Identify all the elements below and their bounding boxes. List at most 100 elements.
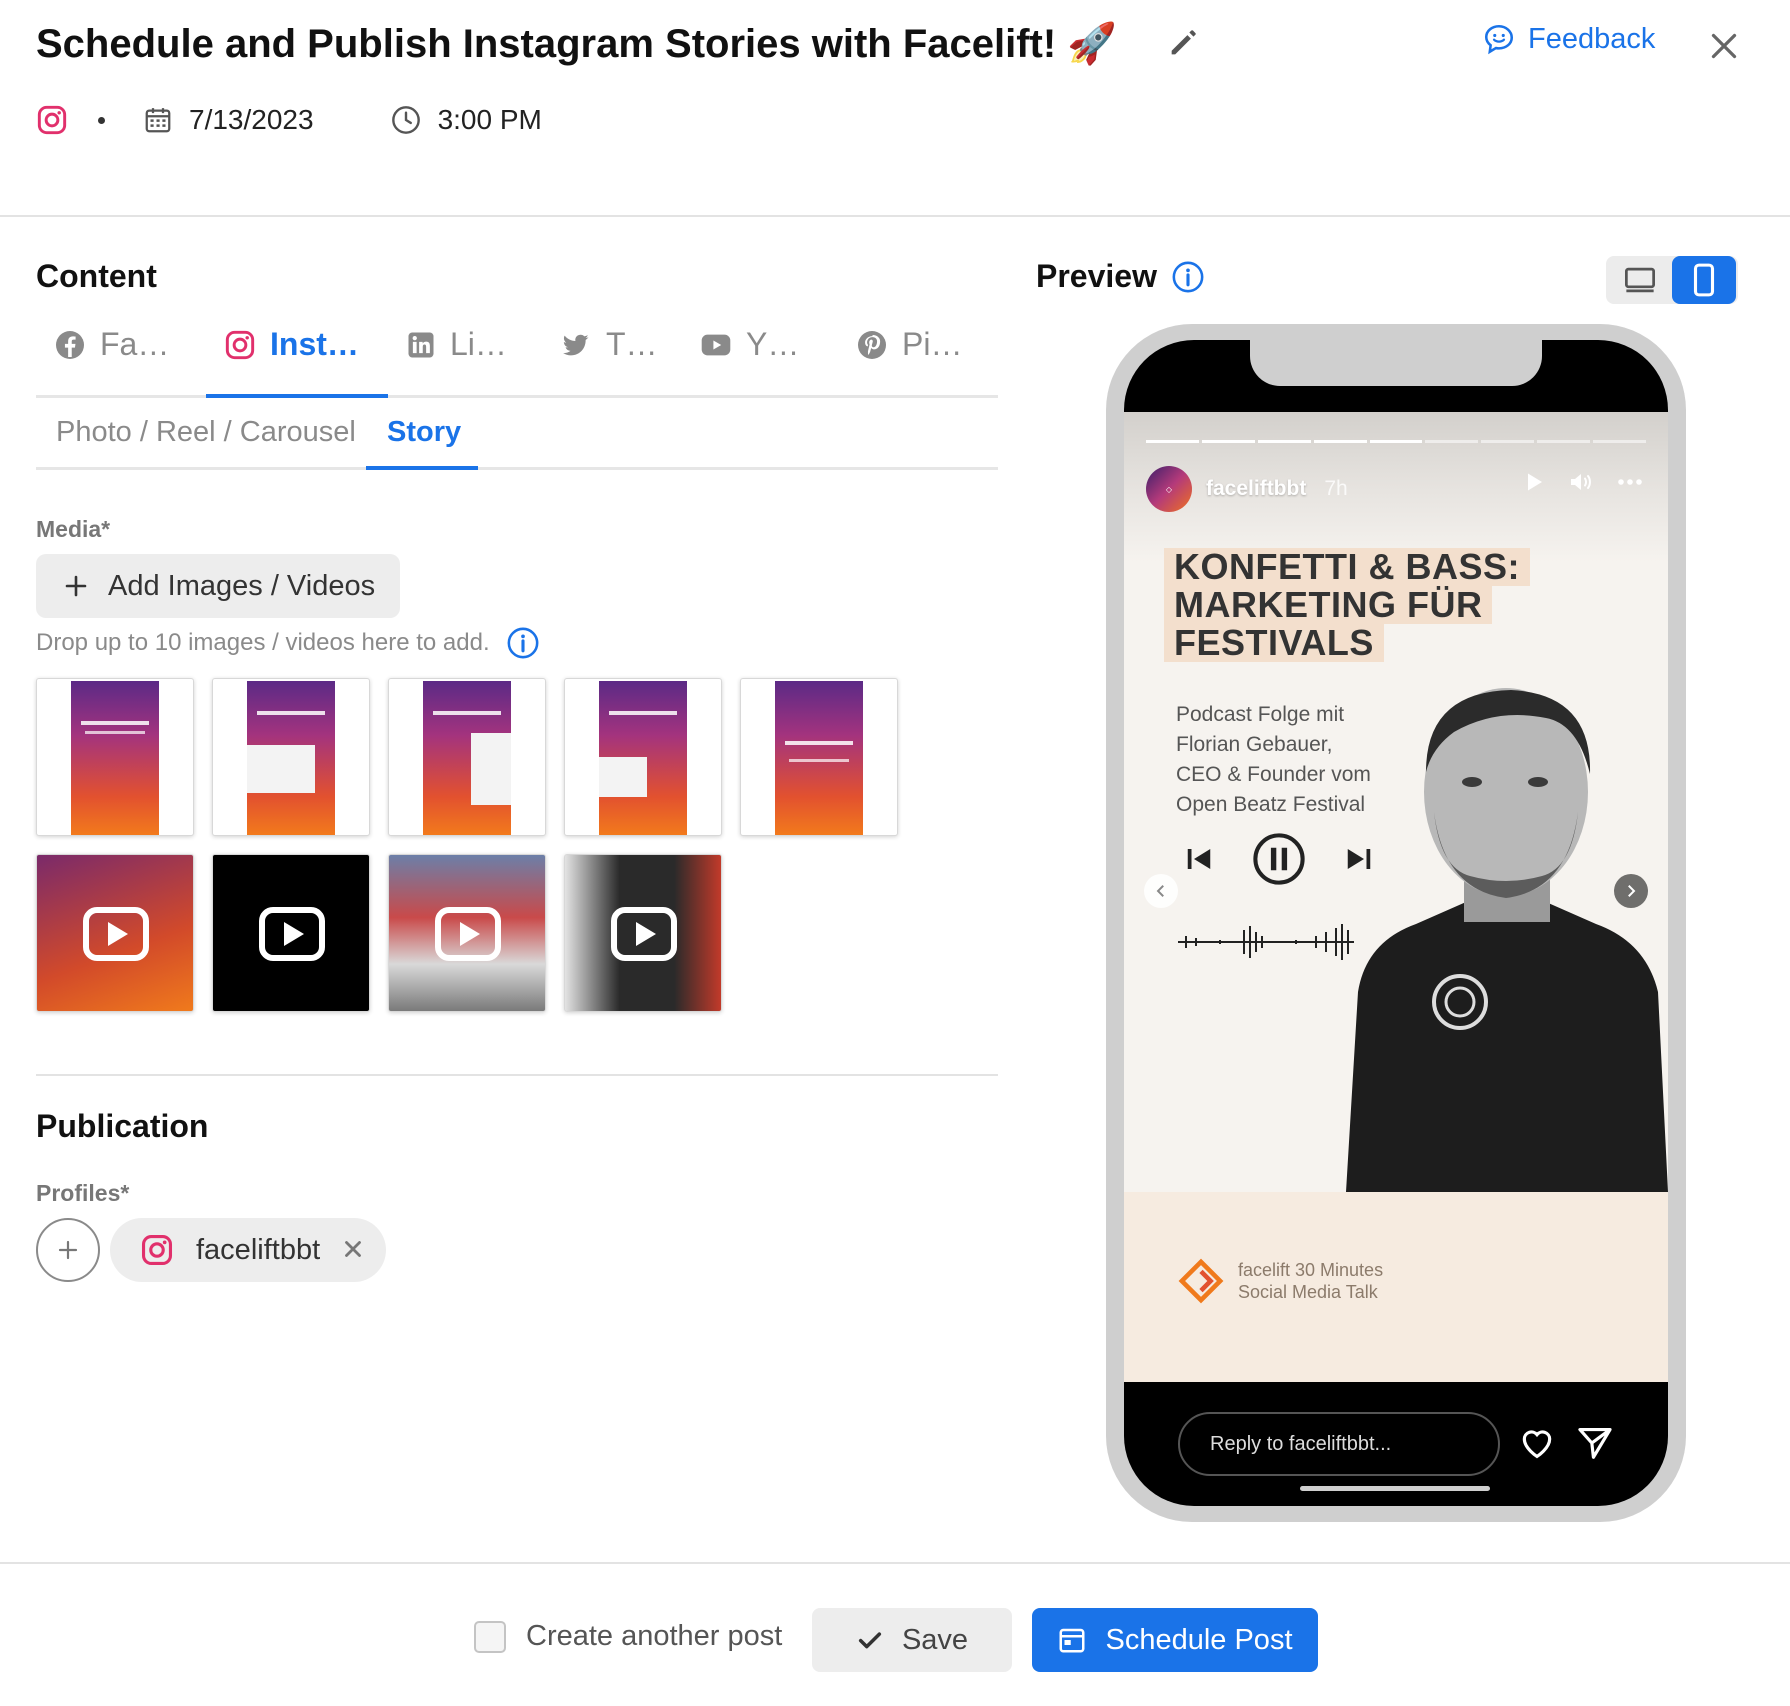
media-thumbnail[interactable] <box>388 678 546 836</box>
date-value: 7/13/2023 <box>189 104 314 135</box>
progress-segment <box>1313 440 1367 443</box>
skip-forward-icon <box>1347 849 1371 869</box>
mobile-icon <box>1693 263 1715 297</box>
profiles-label: Profiles* <box>36 1180 130 1206</box>
preview-header: Preview <box>1036 258 1205 295</box>
story-age: 7h <box>1324 477 1348 500</box>
story-subline: Podcast Folge mit Florian Gebauer, CEO &… <box>1176 700 1371 820</box>
tab-facebook[interactable]: Fa… <box>54 326 169 363</box>
profile-name: faceliftbbt <box>196 1233 321 1266</box>
previous-slide-button[interactable] <box>1144 874 1178 908</box>
pause-icon <box>1253 833 1305 885</box>
reply-input[interactable]: Reply to faceliftbbt... <box>1178 1412 1500 1476</box>
chevron-left-icon <box>1156 885 1164 897</box>
separator-dot <box>98 116 105 124</box>
more-icon[interactable] <box>1616 470 1644 494</box>
progress-segment <box>1201 440 1255 443</box>
audio-waveform <box>1178 924 1354 960</box>
play-icon <box>611 907 677 961</box>
media-thumbnail-video[interactable] <box>36 854 194 1012</box>
calendar-icon <box>1059 1628 1085 1653</box>
date-picker[interactable]: 7/13/2023 <box>143 104 314 136</box>
phone-mockup: ◇ faceliftbbt 7h KONFETTI & BASS: MARKET… <box>1106 324 1686 1522</box>
tab-instagram[interactable]: Inst… <box>224 326 359 363</box>
media-thumbnail[interactable] <box>36 678 194 836</box>
time-value: 3:00 PM <box>437 104 542 135</box>
pencil-icon[interactable] <box>1166 26 1200 60</box>
plus-icon <box>65 575 87 597</box>
podcast-guest-photo <box>1346 688 1668 1192</box>
story-slide-image <box>423 681 511 835</box>
save-label: Save <box>901 1623 969 1656</box>
close-icon[interactable] <box>1706 28 1742 64</box>
progress-segment <box>1537 440 1591 443</box>
story-slide-image <box>599 681 687 835</box>
media-label: Media* <box>36 516 111 542</box>
mobile-view-button[interactable] <box>1672 256 1736 304</box>
add-media-button[interactable]: Add Images / Videos <box>36 554 400 618</box>
audio-controls <box>1184 832 1374 886</box>
create-another-toggle[interactable]: Create another post <box>474 1620 782 1653</box>
headline-line: FESTIVALS <box>1164 624 1384 662</box>
schedule-post-button[interactable]: Schedule Post <box>1032 1608 1318 1672</box>
facebook-icon <box>56 330 84 359</box>
volume-icon[interactable] <box>1568 470 1594 494</box>
desktop-view-button[interactable] <box>1608 256 1672 304</box>
instagram-icon <box>37 105 67 135</box>
phone-notch <box>1250 340 1542 386</box>
media-thumbnail[interactable] <box>564 678 722 836</box>
tab-twitter[interactable]: T… <box>560 326 658 363</box>
feedback-label: Feedback <box>1528 22 1656 55</box>
tab-linkedin[interactable]: Li… <box>406 326 507 363</box>
post-title: Schedule and Publish Instagram Stories w… <box>36 22 1118 66</box>
plus-icon <box>58 1240 78 1260</box>
post-meta: 7/13/2023 3:00 PM <box>36 104 542 136</box>
create-another-label: Create another post <box>526 1620 783 1652</box>
media-thumbnail[interactable] <box>212 678 370 836</box>
headline-line: MARKETING FÜR <box>1164 586 1493 624</box>
phone-screen: ◇ faceliftbbt 7h KONFETTI & BASS: MARKET… <box>1124 340 1668 1506</box>
create-another-checkbox[interactable] <box>474 1620 506 1653</box>
remove-icon[interactable] <box>340 1236 366 1262</box>
schedule-label: Schedule Post <box>1105 1623 1293 1656</box>
progress-segment <box>1593 440 1647 443</box>
story-header: ◇ faceliftbbt 7h <box>1146 466 1348 512</box>
tab-photo-reel-carousel[interactable]: Photo / Reel / Carousel <box>56 416 356 449</box>
active-tab-indicator <box>206 394 388 398</box>
story-progress <box>1146 440 1647 443</box>
add-profile-button[interactable] <box>36 1218 100 1282</box>
save-button[interactable]: Save <box>812 1608 1012 1672</box>
info-icon[interactable] <box>1171 260 1205 294</box>
add-media-label: Add Images / Videos <box>108 569 376 602</box>
next-slide-button[interactable] <box>1614 874 1648 908</box>
linkedin-icon <box>408 332 434 357</box>
modal-header: Schedule and Publish Instagram Stories w… <box>0 0 1790 217</box>
play-icon[interactable] <box>1522 470 1546 494</box>
media-thumbnail-video[interactable] <box>212 854 370 1012</box>
play-icon <box>259 907 325 961</box>
media-thumbnail[interactable] <box>740 678 898 836</box>
tab-youtube[interactable]: Y… <box>700 326 799 363</box>
media-thumbnail-video[interactable] <box>564 854 722 1012</box>
preview-title: Preview <box>1036 258 1157 294</box>
facelift-logo-icon <box>1178 1258 1224 1304</box>
active-subtab-indicator <box>366 466 478 470</box>
progress-segment <box>1481 440 1535 443</box>
tab-youtube-label: Y… <box>746 326 800 362</box>
info-icon[interactable] <box>506 626 540 660</box>
skip-back-icon <box>1187 849 1211 869</box>
tab-instagram-label: Inst… <box>270 326 359 362</box>
instagram-icon <box>225 330 255 359</box>
network-tabs: Fa… Inst… Li… T… Y… Pi… <box>36 316 998 398</box>
time-picker[interactable]: 3:00 PM <box>390 104 542 136</box>
progress-segment <box>1369 440 1423 443</box>
heart-icon[interactable] <box>1518 1424 1556 1462</box>
media-thumbnail-video[interactable] <box>388 854 546 1012</box>
instagram-icon <box>141 1234 173 1266</box>
feedback-button[interactable]: Feedback <box>1482 22 1655 56</box>
tab-story[interactable]: Story <box>387 416 461 449</box>
send-icon[interactable] <box>1576 1424 1614 1462</box>
home-indicator <box>1300 1486 1490 1491</box>
twitter-icon <box>563 334 589 355</box>
tab-pinterest[interactable]: Pi… <box>856 326 962 363</box>
